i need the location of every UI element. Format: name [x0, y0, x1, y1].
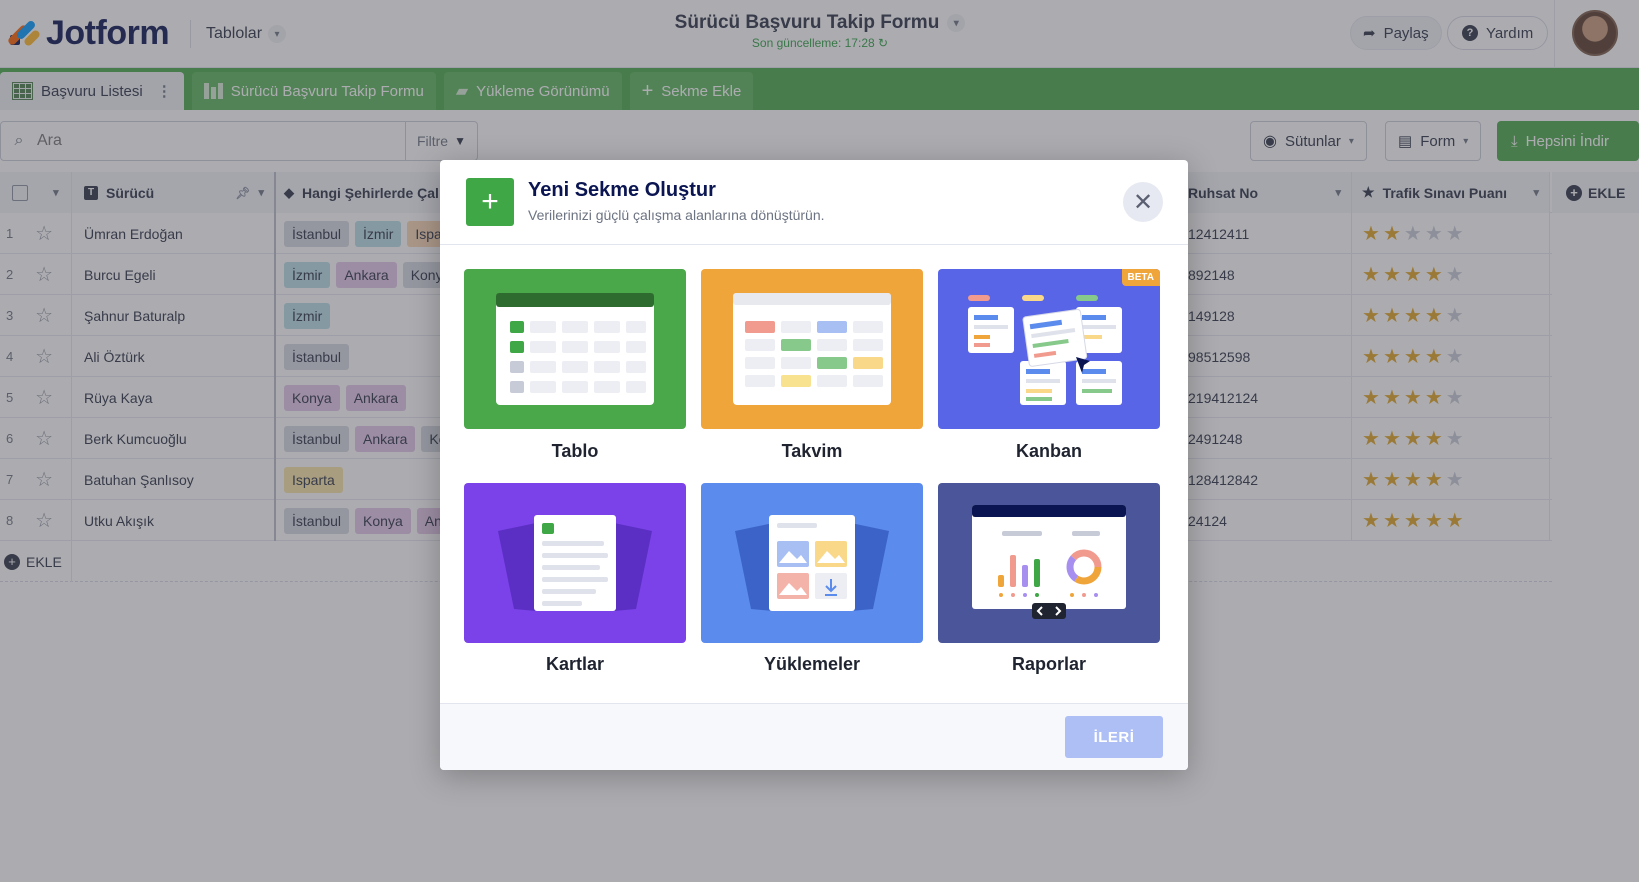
modal-header: + Yeni Sekme Oluştur Verilerinizi güçlü … — [440, 160, 1188, 245]
new-tab-modal: + Yeni Sekme Oluştur Verilerinizi güçlü … — [440, 160, 1188, 770]
kanban-illustration-icon — [968, 295, 1122, 405]
card-calendar[interactable] — [701, 269, 923, 429]
card-kanban[interactable]: BETA — [938, 269, 1160, 429]
next-button[interactable]: İLERİ — [1065, 716, 1163, 758]
card-uploads[interactable] — [701, 483, 923, 643]
cards-illustration-icon — [498, 515, 652, 611]
card-label-table: Tablo — [551, 441, 599, 461]
card-table[interactable] — [464, 269, 686, 429]
modal-subtitle: Verilerinizi güçlü çalışma alanlarına dö… — [528, 207, 825, 223]
card-label-calendar: Takvim — [781, 441, 843, 461]
close-button[interactable]: ✕ — [1123, 182, 1163, 222]
card-label-reports: Raporlar — [1011, 654, 1087, 674]
plus-icon: + — [466, 178, 514, 226]
reports-illustration-icon — [972, 505, 1126, 619]
calendar-illustration-icon — [733, 293, 891, 405]
card-reports[interactable] — [938, 483, 1160, 643]
table-illustration-icon — [496, 293, 654, 405]
modal-title: Yeni Sekme Oluştur — [528, 179, 716, 201]
uploads-illustration-icon — [735, 515, 889, 611]
card-label-kanban: Kanban — [1015, 441, 1082, 461]
close-icon: ✕ — [1132, 188, 1154, 216]
card-label-uploads: Yüklemeler — [763, 654, 861, 674]
modal-footer: İLERİ — [440, 703, 1188, 770]
card-label-cards: Kartlar — [545, 654, 605, 674]
card-cards[interactable] — [464, 483, 686, 643]
beta-badge: BETA — [1121, 269, 1160, 286]
